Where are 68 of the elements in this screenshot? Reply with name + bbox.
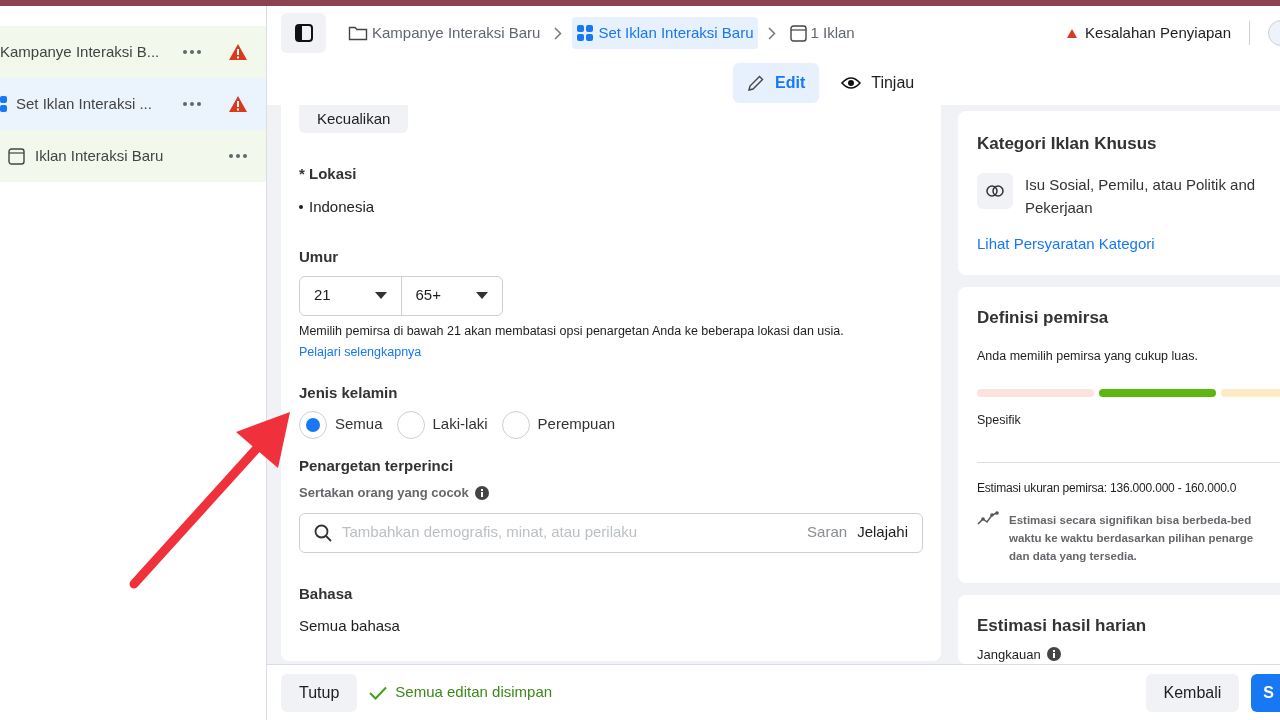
targeting-search-field[interactable]: Tambahkan demografis, minat, atau perilaku Saran Jelajahi xyxy=(299,512,923,553)
status-label[interactable]: Kesalahan Penyiapan xyxy=(1085,21,1231,45)
detailed-targeting-label: Penargetan terperinci xyxy=(299,455,455,476)
breadcrumb-link[interactable]: Set Iklan Interaksi Baru xyxy=(572,17,758,49)
more-icon[interactable] xyxy=(228,153,248,159)
exclude-button[interactable]: Kecualikan xyxy=(299,105,409,133)
saved-status: Semua editan disimpan xyxy=(395,682,553,703)
language-value: Semua bahasa xyxy=(299,616,401,636)
warning-icon xyxy=(228,95,248,113)
scale-label: Spesifik xyxy=(977,412,1022,430)
info-icon[interactable] xyxy=(474,485,489,500)
include-sublabel: Sertakan orang yang cocok xyxy=(299,484,469,502)
sidebar-item[interactable]: Iklan Interaksi Baru xyxy=(0,130,266,182)
warning-icon xyxy=(228,43,248,61)
grid-icon xyxy=(576,24,595,42)
learn-more-link[interactable]: Pelajari selengkapnya xyxy=(299,343,422,362)
card-title: Kategori Iklan Khusus xyxy=(977,133,1158,155)
age-max-select[interactable]: 65+ xyxy=(401,276,502,315)
location-label: * Lokasi xyxy=(299,164,358,184)
card-title: Estimasi hasil harian xyxy=(977,615,1148,637)
gender-radio[interactable]: Perempuan xyxy=(501,410,616,439)
card-title: Definisi pemirsa xyxy=(977,307,1110,329)
next-button[interactable]: S xyxy=(1251,673,1280,712)
breadcrumb-link[interactable]: 1 Iklan xyxy=(785,17,859,49)
trend-line-icon xyxy=(977,511,999,527)
sidebar-panel-icon xyxy=(294,24,313,42)
folder-icon xyxy=(348,25,368,41)
sidebar-item[interactable]: Kampanye Interaksi B... xyxy=(0,26,266,78)
reach-label: Jangkauan xyxy=(977,646,1041,662)
panel-toggle-button[interactable] xyxy=(281,13,326,53)
rings-icon xyxy=(977,172,1013,209)
age-min-select[interactable]: 21 xyxy=(300,276,402,315)
gender-radio[interactable]: Laki-laki xyxy=(396,410,488,439)
window-icon xyxy=(789,24,807,42)
audience-size: Estimasi ukuran pemirsa: 136.000.000 - 160.000.0 xyxy=(977,480,1238,497)
more-icon[interactable] xyxy=(182,101,202,107)
gender-label: Jenis kelamin xyxy=(299,383,399,403)
category-text: Isu Sosial, Pemilu, atau Politik and Pekerjaan xyxy=(1025,174,1257,218)
location-item: Indonesia xyxy=(299,195,923,218)
info-icon[interactable] xyxy=(1046,647,1061,661)
sidebar-item-label: Kampanye Interaksi B... xyxy=(0,41,161,62)
mode-tab[interactable]: Tinjau xyxy=(827,62,929,103)
caret-icon xyxy=(476,292,488,299)
age-label: Umur xyxy=(299,247,340,267)
window-icon xyxy=(8,147,25,165)
chevron-right-icon xyxy=(554,26,563,40)
pencil-icon xyxy=(747,73,765,92)
close-button[interactable]: Tutup xyxy=(281,673,358,712)
audience-text: Anda memilih pemirsa yang cukup luas. xyxy=(977,347,1199,365)
gender-radio[interactable]: Semua xyxy=(299,410,383,439)
eye-icon xyxy=(841,75,862,90)
age-note: Memilih pemirsa di bawah 21 akan membatasi opsi penargetan Anda ke beberapa lokasi dan usia. xyxy=(299,322,845,340)
mode-tab[interactable]: Edit xyxy=(733,62,820,103)
caret-icon xyxy=(374,292,387,299)
sidebar-item[interactable]: Set Iklan Interaksi ... xyxy=(0,78,266,130)
breadcrumb-link[interactable]: Kampanye Interaksi Baru xyxy=(344,17,545,49)
sidebar-item-label: Set Iklan Interaksi ... xyxy=(16,93,153,114)
category-requirements-link[interactable]: Lihat Persyaratan Kategori xyxy=(977,232,1261,255)
more-icon[interactable] xyxy=(182,49,202,55)
chevron-right-icon xyxy=(767,26,776,40)
browse-link[interactable]: Jelajahi xyxy=(857,521,908,544)
back-button[interactable]: Kembali xyxy=(1145,673,1240,712)
checkmark-icon xyxy=(369,685,388,700)
warning-triangle-icon xyxy=(1067,28,1078,38)
sidebar-item-label: Iklan Interaksi Baru xyxy=(35,145,165,166)
search-icon xyxy=(314,523,332,542)
language-label: Bahasa xyxy=(299,583,354,604)
estimate-note: Estimasi secara signifikan bisa berbeda-bed waktu ke waktu berdasarkan pilihan penarge dan data yang tersedia. xyxy=(1009,513,1254,564)
